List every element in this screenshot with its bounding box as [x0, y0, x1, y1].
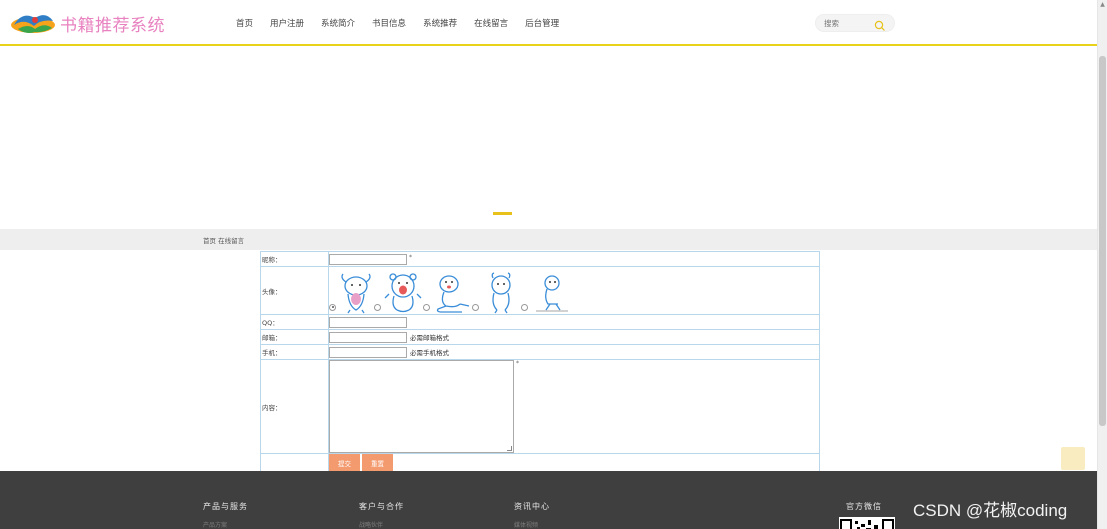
content-textarea[interactable]: [329, 360, 514, 453]
search-icon[interactable]: [874, 17, 886, 36]
footer-title-products: 产品与服务: [203, 502, 248, 511]
avatar-2-icon: [384, 272, 422, 312]
phone-hint: 必需手机格式: [410, 349, 449, 357]
avatar-radio[interactable]: [329, 303, 336, 311]
avatar-row: 头像：: [261, 267, 819, 315]
banner-indicator[interactable]: [493, 212, 512, 215]
scroll-thumb[interactable]: [1099, 56, 1106, 426]
nav-register[interactable]: 用户注册: [270, 17, 304, 29]
nickname-label: 昵称：: [261, 252, 329, 266]
nav-about[interactable]: 系统简介: [321, 17, 355, 29]
nav-admin[interactable]: 后台管理: [525, 17, 559, 29]
footer-link-news[interactable]: 媒体视频: [514, 520, 538, 529]
avatar-option[interactable]: [374, 272, 423, 314]
content-label: 内容：: [261, 360, 329, 453]
content-row: 内容： *: [261, 360, 819, 454]
logo[interactable]: 书籍推荐系统: [8, 9, 165, 37]
email-field[interactable]: [329, 331, 407, 343]
breadcrumb-bar: [0, 229, 1097, 250]
avatar-option[interactable]: [472, 271, 521, 314]
footer-title-news: 资讯中心: [514, 502, 550, 511]
search-input[interactable]: [824, 18, 874, 29]
submit-button[interactable]: 提交: [329, 454, 360, 472]
avatar-radio[interactable]: [423, 303, 430, 311]
wechat-qr-code: [839, 517, 895, 529]
required-mark: *: [516, 360, 519, 367]
qq-label: QQ：: [261, 315, 329, 329]
site-header: 书籍推荐系统 首页 用户注册 系统简介 书目信息 系统推荐 在线留言 后台管理: [0, 0, 1097, 46]
logo-icon: [8, 9, 58, 37]
avatar-option[interactable]: [423, 272, 472, 314]
qq-row: QQ：: [261, 315, 819, 330]
nav-messages[interactable]: 在线留言: [474, 17, 508, 29]
phone-field[interactable]: [329, 346, 407, 358]
page: 书籍推荐系统 首页 用户注册 系统简介 书目信息 系统推荐 在线留言 后台管理 …: [0, 0, 1107, 529]
avatar-radio[interactable]: [472, 303, 479, 311]
email-hint: 必需邮箱格式: [410, 334, 449, 342]
avatar-3-icon: [436, 274, 470, 313]
phone-label: 手机：: [261, 345, 329, 359]
footer-link-partners[interactable]: 战略伙伴: [359, 520, 383, 529]
avatar-option[interactable]: [521, 272, 570, 314]
email-row: 邮箱： 必需邮箱格式: [261, 330, 819, 345]
nav-recommend[interactable]: 系统推荐: [423, 17, 457, 29]
avatar-4-icon: [491, 271, 511, 313]
avatar-options: [329, 268, 570, 314]
avatar-label: 头像：: [261, 267, 329, 314]
search-box: [815, 14, 895, 32]
avatar-radio[interactable]: [374, 303, 381, 311]
main-nav: 首页 用户注册 系统简介 书目信息 系统推荐 在线留言 后台管理: [236, 17, 576, 29]
nav-home[interactable]: 首页: [236, 17, 253, 29]
avatar-option[interactable]: [329, 272, 374, 314]
footer-title-partners: 客户与合作: [359, 502, 404, 511]
message-form: 昵称： * 头像： QQ： 邮箱： 必需邮箱格式 手机： 必需手机格式 内容： …: [260, 251, 820, 474]
resize-handle[interactable]: [507, 446, 512, 451]
nickname-row: 昵称： *: [261, 252, 819, 267]
vertical-scrollbar[interactable]: ▲: [1097, 0, 1107, 529]
avatar-5-icon: [536, 274, 568, 311]
breadcrumb: 首页 在线留言: [203, 237, 245, 245]
footer-link-products[interactable]: 产品方案: [203, 520, 227, 529]
phone-row: 手机： 必需手机格式: [261, 345, 819, 360]
nav-books[interactable]: 书目信息: [372, 17, 406, 29]
qq-field[interactable]: [329, 316, 407, 328]
csdn-watermark: CSDN @花椒coding: [913, 501, 1068, 520]
email-label: 邮箱：: [261, 330, 329, 344]
logo-text: 书籍推荐系统: [60, 15, 165, 36]
footer-title-wechat: 官方微信: [846, 502, 882, 511]
back-to-top-button[interactable]: [1061, 447, 1085, 470]
reset-button[interactable]: 重置: [362, 454, 393, 472]
avatar-1-icon: [341, 273, 371, 313]
scroll-up-icon[interactable]: ▲: [1099, 1, 1106, 9]
nickname-field[interactable]: [329, 253, 407, 265]
avatar-radio[interactable]: [521, 303, 528, 311]
required-mark: *: [409, 253, 412, 261]
